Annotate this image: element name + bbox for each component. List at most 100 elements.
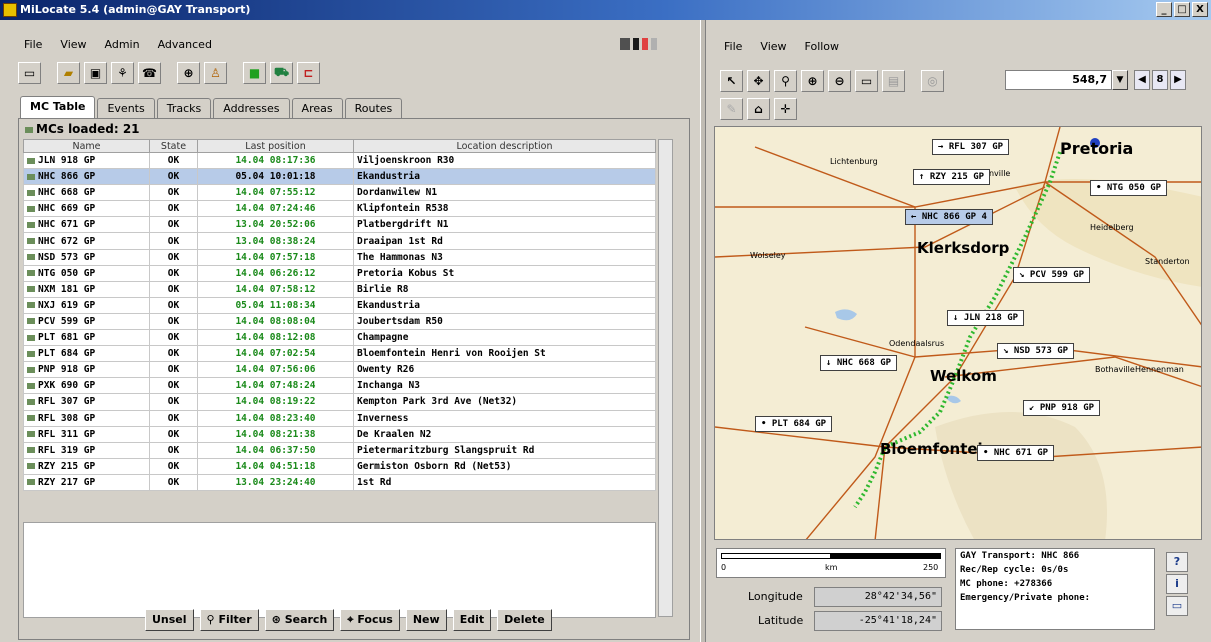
info-icon[interactable]: i — [1166, 574, 1188, 594]
focus-button[interactable]: ⌖ Focus — [340, 609, 400, 631]
place-heidelberg: Heidelberg — [1090, 223, 1134, 232]
map-vehicle-label[interactable]: ↙ PNP 918 GP — [1023, 400, 1101, 416]
tab-events[interactable]: Events — [97, 98, 155, 118]
window-icon[interactable]: ▭ — [18, 62, 41, 84]
column-header-name[interactable]: Name — [23, 139, 150, 153]
table-row[interactable]: NXJ 619 GP OK 05.04 11:08:34 Ekandustria — [23, 296, 656, 314]
zoom-dropdown-button[interactable]: ▼ — [1112, 70, 1128, 90]
map-view[interactable]: Pretoria Klerksdorp Welkom Bloemfontein … — [714, 126, 1202, 540]
table-row[interactable]: NHC 669 GP OK 14.04 07:24:46 Klipfontein R5… — [23, 200, 656, 218]
help-icon[interactable]: ? — [1166, 552, 1188, 572]
close-button[interactable]: X — [1192, 2, 1208, 17]
ruler-icon[interactable]: ▭ — [855, 70, 878, 92]
map-vehicle-label[interactable]: ↑ RZY 215 GP — [913, 169, 991, 185]
menu-admin[interactable]: Admin — [103, 38, 142, 51]
pan-icon[interactable]: ✥ — [747, 70, 770, 92]
zoom-in-icon[interactable]: ⊕ — [801, 70, 824, 92]
phone-icon[interactable]: ☎ — [138, 62, 161, 84]
next-page-button[interactable]: ▶ — [1170, 70, 1186, 90]
new-button[interactable]: New — [405, 609, 447, 631]
person-icon[interactable]: ♙ — [204, 62, 227, 84]
layers-icon[interactable]: ▤ — [882, 70, 905, 92]
crosshair-icon[interactable]: ✛ — [774, 98, 797, 120]
open-folder-icon[interactable]: ▰ — [57, 62, 80, 84]
map-vehicle-label[interactable]: ↘ PCV 599 GP — [1013, 267, 1091, 283]
tab-addresses[interactable]: Addresses — [213, 98, 290, 118]
tab-tracks[interactable]: Tracks — [156, 98, 212, 118]
table-row[interactable]: NHC 672 GP OK 13.04 08:38:24 Draaipan 1st R… — [23, 232, 656, 250]
search-button[interactable]: ⊛ Search — [264, 609, 335, 631]
map-vehicle-label[interactable]: → RFL 307 GP — [932, 139, 1010, 155]
minimize-button[interactable]: _ — [1156, 2, 1172, 17]
cell-location: Germiston Osborn Rd (Net53) — [353, 457, 656, 475]
table-row[interactable]: RZY 215 GP OK 14.04 04:51:18 Germiston Osbo… — [23, 457, 656, 475]
map-menu-file[interactable]: File — [722, 40, 744, 53]
table-row[interactable]: PNP 918 GP OK 14.04 07:56:06 Owenty R26 — [23, 361, 656, 379]
table-row[interactable]: RFL 308 GP OK 14.04 08:23:40 Inverness — [23, 409, 656, 427]
zoom-out-icon[interactable]: ⊖ — [828, 70, 851, 92]
pane-splitter[interactable] — [700, 20, 706, 642]
status-block-icon — [633, 38, 639, 50]
green-box-icon[interactable]: ■ — [243, 62, 266, 84]
table-row[interactable]: NSD 573 GP OK 14.04 07:57:18 The Hammonas N… — [23, 248, 656, 266]
map-vehicle-label[interactable]: • NHC 671 GP — [977, 445, 1055, 461]
truck-icon — [27, 350, 35, 357]
table-row[interactable]: NTG 050 GP OK 14.04 06:26:12 Pretoria Kobus… — [23, 264, 656, 282]
tab-areas[interactable]: Areas — [291, 98, 343, 118]
prev-page-button[interactable]: ◀ — [1134, 70, 1150, 90]
pen-icon[interactable] — [620, 38, 630, 50]
unsel-button[interactable]: Unsel — [145, 609, 194, 631]
tab-mc-table[interactable]: MC Table — [20, 96, 96, 118]
pointer-icon[interactable]: ↖ — [720, 70, 743, 92]
save-icon[interactable]: ▣ — [84, 62, 107, 84]
column-header-last-position[interactable]: Last position — [197, 139, 354, 153]
table-row[interactable]: NHC 668 GP OK 14.04 07:55:12 Dordanwilew N1 — [23, 184, 656, 202]
truck-icon[interactable]: ⛟ — [270, 62, 293, 84]
map-vehicle-label-selected[interactable]: ← NHC 866 GP 4 — [905, 209, 993, 225]
window-toggle-icon[interactable]: ▭ — [1166, 596, 1188, 616]
table-scrollbar[interactable] — [658, 139, 673, 617]
edit-button[interactable]: Edit — [452, 609, 492, 631]
maximize-button[interactable]: □ — [1174, 2, 1190, 17]
table-row[interactable]: RFL 307 GP OK 14.04 08:19:22 Kempton Park 3… — [23, 393, 656, 411]
cell-name: RFL 319 GP — [23, 441, 150, 459]
column-header-location[interactable]: Location description — [353, 139, 656, 153]
map-menu-follow[interactable]: Follow — [803, 40, 842, 53]
map-vehicle-label[interactable]: ↓ JLN 218 GP — [947, 310, 1025, 326]
menu-view[interactable]: View — [58, 38, 88, 51]
table-row[interactable]: NHC 866 GP OK 05.04 10:01:18 Ekandustria — [23, 168, 656, 186]
edit-pencil-icon[interactable]: ✎ — [720, 98, 743, 120]
zoom-level-field[interactable]: 548,7 — [1005, 70, 1112, 90]
cell-state: OK — [149, 264, 198, 282]
map-vehicle-label[interactable]: • PLT 684 GP — [755, 416, 833, 432]
menu-advanced[interactable]: Advanced — [156, 38, 214, 51]
table-row[interactable]: PCV 599 GP OK 14.04 08:08:04 Joubertsdam R5… — [23, 312, 656, 331]
locate-icon[interactable]: ⊕ — [177, 62, 200, 84]
table-row[interactable]: RFL 311 GP OK 14.04 08:21:38 De Kraalen N2 — [23, 425, 656, 443]
map-vehicle-label[interactable]: • NTG 050 GP — [1090, 180, 1168, 196]
tab-routes[interactable]: Routes — [344, 98, 403, 118]
map-menu-view[interactable]: View — [758, 40, 788, 53]
home-icon[interactable]: ⌂ — [747, 98, 770, 120]
table-row[interactable]: PLT 684 GP OK 14.04 07:02:54 Bloemfontein H… — [23, 345, 656, 363]
table-row[interactable]: JLN 918 GP OK 14.04 08:17:36 Viljoenskroon … — [23, 151, 656, 170]
map-vehicle-label[interactable]: ↓ NHC 668 GP — [820, 355, 898, 371]
table-row[interactable]: RFL 319 GP OK 14.04 06:37:50 Pietermaritzbu… — [23, 441, 656, 459]
table-row[interactable]: NXM 181 GP OK 14.04 07:58:12 Birlie R8 — [23, 280, 656, 298]
menu-file[interactable]: File — [22, 38, 44, 51]
route-icon[interactable]: ⚘ — [111, 62, 134, 84]
zoom-icon[interactable]: ⚲ — [774, 70, 797, 92]
column-header-state[interactable]: State — [149, 139, 198, 153]
delete-button[interactable]: Delete — [497, 609, 552, 631]
filter-button[interactable]: ⚲ Filter — [199, 609, 259, 631]
table-row[interactable]: PLT 681 GP OK 14.04 08:12:08 Champagne — [23, 329, 656, 347]
refresh-icon[interactable]: ◎ — [921, 70, 944, 92]
table-row[interactable]: NHC 671 GP OK 13.04 20:52:06 Platbergdrift … — [23, 216, 656, 234]
magnet-icon[interactable]: ⊏ — [297, 62, 320, 84]
alert-icon — [642, 38, 648, 50]
table-row[interactable]: RZY 217 GP OK 13.04 23:24:40 1st Rd — [23, 473, 656, 491]
table-row[interactable]: PXK 690 GP OK 14.04 07:48:24 Inchanga N3 — [23, 377, 656, 395]
map-vehicle-label[interactable]: ↘ NSD 573 GP — [997, 343, 1075, 359]
cell-last-position: 13.04 08:38:24 — [197, 232, 354, 250]
table-button-bar: Unsel ⚲ Filter ⊛ Search ⌖ Focus New Edit… — [145, 609, 552, 631]
